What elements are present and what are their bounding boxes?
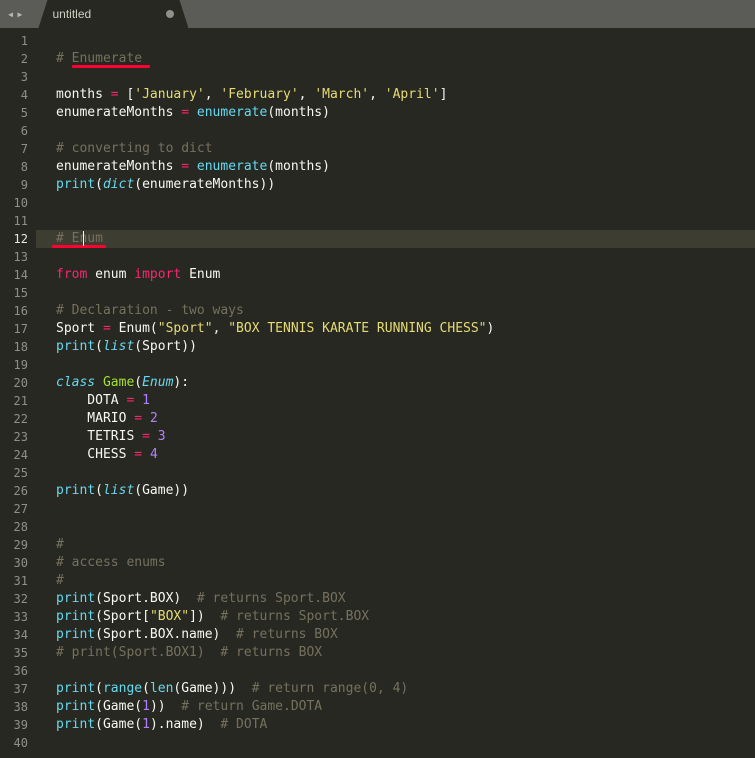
code-line[interactable]: # <box>56 536 755 554</box>
code-line[interactable] <box>56 734 755 752</box>
code-line[interactable] <box>56 194 755 212</box>
code-content[interactable]: # Enumerate months = ['January', 'Februar… <box>36 28 755 758</box>
line-number: 12 <box>0 230 28 248</box>
code-line[interactable]: TETRIS = 3 <box>56 428 755 446</box>
code-line[interactable]: print(list(Sport)) <box>56 338 755 356</box>
code-line[interactable] <box>56 212 755 230</box>
code-line[interactable]: print(Sport["BOX"]) # returns Sport.BOX <box>56 608 755 626</box>
line-number: 9 <box>0 176 28 194</box>
line-number: 32 <box>0 590 28 608</box>
line-number: 27 <box>0 500 28 518</box>
line-number: 19 <box>0 356 28 374</box>
line-number: 26 <box>0 482 28 500</box>
line-number: 17 <box>0 320 28 338</box>
code-line[interactable] <box>56 248 755 266</box>
line-number: 30 <box>0 554 28 572</box>
tab-title: untitled <box>52 7 91 21</box>
code-line[interactable] <box>56 662 755 680</box>
code-line[interactable]: print(list(Game)) <box>56 482 755 500</box>
code-line[interactable]: print(Sport.BOX) # returns Sport.BOX <box>56 590 755 608</box>
code-line[interactable] <box>56 464 755 482</box>
line-number: 35 <box>0 644 28 662</box>
line-number: 28 <box>0 518 28 536</box>
code-line[interactable]: from enum import Enum <box>56 266 755 284</box>
code-line[interactable]: DOTA = 1 <box>56 392 755 410</box>
line-number: 21 <box>0 392 28 410</box>
tab-dirty-indicator-icon <box>166 10 174 18</box>
code-line[interactable]: # <box>56 572 755 590</box>
code-line[interactable] <box>56 518 755 536</box>
tab-nav-arrows: ◂ ▸ <box>0 0 30 28</box>
code-line[interactable]: MARIO = 2 <box>56 410 755 428</box>
line-number: 22 <box>0 410 28 428</box>
line-number: 2 <box>0 50 28 68</box>
line-number: 31 <box>0 572 28 590</box>
code-line[interactable] <box>56 284 755 302</box>
line-number: 38 <box>0 698 28 716</box>
line-number: 14 <box>0 266 28 284</box>
line-number: 39 <box>0 716 28 734</box>
code-line[interactable]: CHESS = 4 <box>56 446 755 464</box>
line-number: 29 <box>0 536 28 554</box>
line-number: 40 <box>0 734 28 752</box>
line-number: 20 <box>0 374 28 392</box>
line-number: 3 <box>0 68 28 86</box>
line-number: 1 <box>0 32 28 50</box>
line-number: 34 <box>0 626 28 644</box>
line-number: 6 <box>0 122 28 140</box>
code-line[interactable]: months = ['January', 'February', 'March'… <box>56 86 755 104</box>
tab-untitled[interactable]: untitled <box>38 0 188 28</box>
code-line[interactable] <box>56 32 755 50</box>
line-number: 18 <box>0 338 28 356</box>
code-line[interactable] <box>56 122 755 140</box>
editor-area[interactable]: 1234567891011121314151617181920212223242… <box>0 28 755 758</box>
line-number: 23 <box>0 428 28 446</box>
tab-nav-left-icon[interactable]: ◂ <box>6 7 15 21</box>
line-number: 11 <box>0 212 28 230</box>
line-number: 15 <box>0 284 28 302</box>
text-cursor <box>83 231 85 246</box>
code-line[interactable]: # converting to dict <box>56 140 755 158</box>
code-line[interactable] <box>56 356 755 374</box>
code-line[interactable]: enumerateMonths = enumerate(months) <box>56 104 755 122</box>
line-number-gutter: 1234567891011121314151617181920212223242… <box>0 28 36 758</box>
line-number: 8 <box>0 158 28 176</box>
code-line[interactable]: class Game(Enum): <box>56 374 755 392</box>
line-number: 5 <box>0 104 28 122</box>
code-line[interactable]: print(Game(1)) # return Game.DOTA <box>56 698 755 716</box>
code-line[interactable]: # access enums <box>56 554 755 572</box>
code-line[interactable] <box>56 68 755 86</box>
line-number: 36 <box>0 662 28 680</box>
code-line[interactable]: print(Sport.BOX.name) # returns BOX <box>56 626 755 644</box>
code-line[interactable]: print(range(len(Game))) # return range(0… <box>56 680 755 698</box>
line-number: 4 <box>0 86 28 104</box>
line-number: 37 <box>0 680 28 698</box>
line-number: 7 <box>0 140 28 158</box>
code-line[interactable]: print(Game(1).name) # DOTA <box>56 716 755 734</box>
code-line[interactable]: print(dict(enumerateMonths)) <box>56 176 755 194</box>
code-line[interactable]: # print(Sport.BOX1) # returns BOX <box>56 644 755 662</box>
line-number: 33 <box>0 608 28 626</box>
code-line[interactable]: enumerateMonths = enumerate(months) <box>56 158 755 176</box>
line-number: 16 <box>0 302 28 320</box>
line-number: 25 <box>0 464 28 482</box>
line-number: 13 <box>0 248 28 266</box>
code-line[interactable]: # Enum <box>36 230 755 248</box>
code-line[interactable]: # Enumerate <box>56 50 755 68</box>
code-line[interactable]: # Declaration - two ways <box>56 302 755 320</box>
tab-nav-right-icon[interactable]: ▸ <box>15 7 24 21</box>
line-number: 10 <box>0 194 28 212</box>
code-line[interactable] <box>56 500 755 518</box>
line-number: 24 <box>0 446 28 464</box>
tab-bar: ◂ ▸ untitled <box>0 0 755 28</box>
code-line[interactable]: Sport = Enum("Sport", "BOX TENNIS KARATE… <box>56 320 755 338</box>
